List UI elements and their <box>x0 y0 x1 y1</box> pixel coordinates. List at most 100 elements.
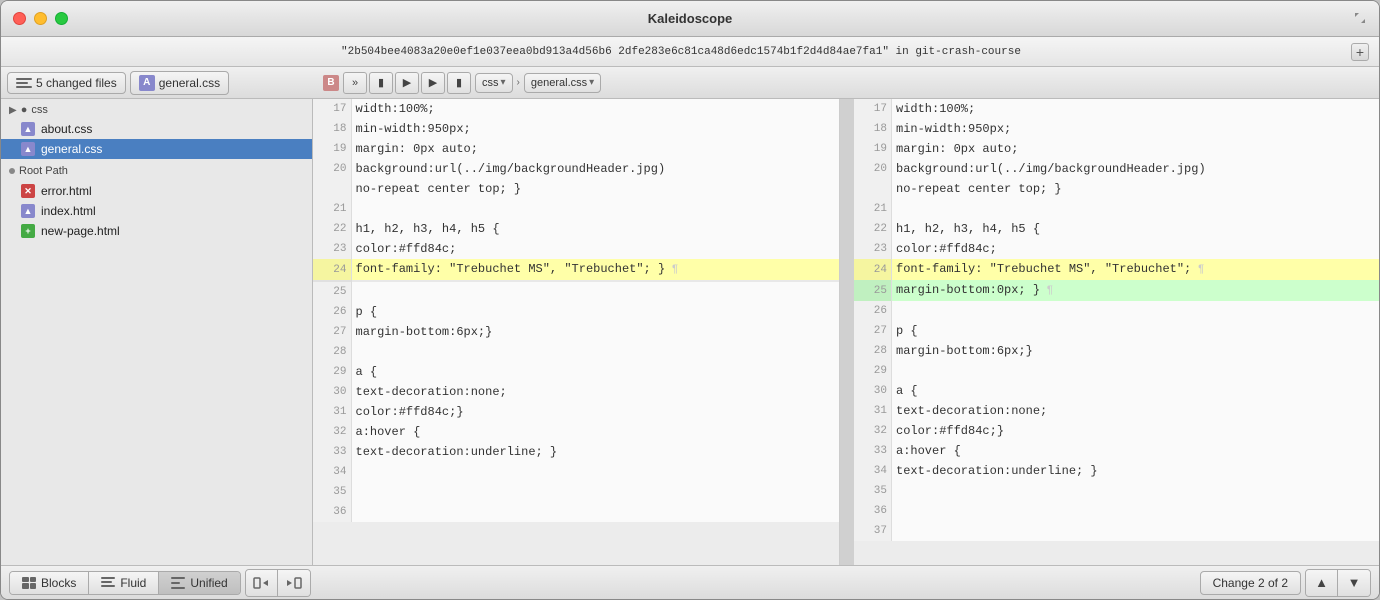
root-path-label: Root Path <box>19 165 68 177</box>
prev-change-button[interactable]: ▲ <box>1306 570 1338 596</box>
table-row: 37 <box>854 521 1380 541</box>
line-number: 22 <box>313 219 351 239</box>
diff-pane-left[interactable]: 17 width:100%;18 min-width:950px;19 marg… <box>313 99 840 565</box>
line-number: 35 <box>313 482 351 502</box>
breadcrumb-file[interactable]: general.css ▾ <box>524 73 601 93</box>
nav-btn-3[interactable]: ▶ <box>395 72 419 94</box>
line-number: 32 <box>313 422 351 442</box>
about-css-label: about.css <box>41 122 92 136</box>
table-row: 17 width:100%; <box>854 99 1380 119</box>
line-number <box>854 179 892 199</box>
sidebar-item-new-page-html[interactable]: + new-page.html <box>1 221 312 241</box>
line-content: no-repeat center top; } <box>351 179 839 199</box>
table-row: no-repeat center top; } <box>854 179 1380 199</box>
nav-diff-right[interactable] <box>278 570 310 596</box>
diff-table-right: 17 width:100%;18 min-width:950px;19 marg… <box>854 99 1380 541</box>
close-button[interactable] <box>13 12 26 25</box>
line-content: min-width:950px; <box>351 119 839 139</box>
table-row: 36 <box>854 501 1380 521</box>
line-number: 22 <box>854 219 892 239</box>
line-content <box>892 501 1380 521</box>
about-css-icon: ▲ <box>21 122 35 136</box>
line-content: width:100%; <box>351 99 839 119</box>
sidebar-item-general-css[interactable]: ▲ general.css <box>1 139 312 159</box>
diff-pane-right[interactable]: 17 width:100%;18 min-width:950px;19 marg… <box>854 99 1380 565</box>
line-number: 30 <box>313 382 351 402</box>
line-number: 17 <box>854 99 892 119</box>
line-content: a { <box>892 381 1380 401</box>
line-content: text-decoration:none; <box>351 382 839 402</box>
sidebar-item-error-html[interactable]: ✕ error.html <box>1 181 312 201</box>
breadcrumb-separator: › <box>517 77 520 88</box>
table-row: 19 margin: 0px auto; <box>854 139 1380 159</box>
nav-btn-2[interactable]: ▮ <box>369 72 393 94</box>
line-content: color:#ffd84c;} <box>892 421 1380 441</box>
next-change-button[interactable]: ▼ <box>1338 570 1370 596</box>
line-content: margin: 0px auto; <box>892 139 1380 159</box>
line-number: 36 <box>313 502 351 522</box>
css-group-header: ▶ ● css <box>1 101 312 119</box>
nav-btn-1[interactable]: » <box>343 72 367 94</box>
scrollbar-gutter[interactable] <box>840 99 854 565</box>
table-row: 30 text-decoration:none; <box>313 382 839 402</box>
table-row: no-repeat center top; } <box>313 179 839 199</box>
nav-btn-5[interactable]: ▮ <box>447 72 471 94</box>
nav-diff-left[interactable] <box>246 570 278 596</box>
table-row: 20 background:url(../img/backgroundHeade… <box>313 159 839 179</box>
table-row: 29a { <box>313 362 839 382</box>
table-row: 22h1, h2, h3, h4, h5 { <box>313 219 839 239</box>
line-number: 32 <box>854 421 892 441</box>
line-number: 29 <box>313 362 351 382</box>
line-content: text-decoration:underline; } <box>892 461 1380 481</box>
view-unified-button[interactable]: Unified <box>159 572 239 594</box>
line-number: 23 <box>313 239 351 259</box>
line-number: 24 <box>313 259 351 280</box>
maximize-button[interactable] <box>55 12 68 25</box>
up-down-group: ▲ ▼ <box>1305 569 1371 597</box>
table-row: 24 font-family: "Trebuchet MS", "Trebuch… <box>854 259 1380 280</box>
line-number: 30 <box>854 381 892 401</box>
line-number: 23 <box>854 239 892 259</box>
line-content: margin-bottom:6px;} <box>351 322 839 342</box>
table-row: 29 <box>854 361 1380 381</box>
view-blocks-button[interactable]: Blocks <box>10 572 89 594</box>
root-path-header: Root Path <box>1 161 312 181</box>
add-button[interactable]: + <box>1351 43 1369 61</box>
line-number: 29 <box>854 361 892 381</box>
line-content <box>351 199 839 219</box>
line-content: a { <box>351 362 839 382</box>
line-number: 26 <box>854 301 892 321</box>
table-row: 33a:hover { <box>854 441 1380 461</box>
table-row: 25 <box>313 282 839 302</box>
view-blocks-label: Blocks <box>41 576 76 590</box>
line-content <box>351 282 839 302</box>
line-number: 35 <box>854 481 892 501</box>
sidebar-item-about-css[interactable]: ▲ about.css <box>1 119 312 139</box>
table-row: 17 width:100%; <box>313 99 839 119</box>
table-row: 33 text-decoration:underline; } <box>313 442 839 462</box>
expand-icon[interactable] <box>1353 11 1369 27</box>
table-row: 27p { <box>854 321 1380 341</box>
table-row: 28 margin-bottom:6px;} <box>854 341 1380 361</box>
table-row: 31 text-decoration:none; <box>854 401 1380 421</box>
breadcrumb-css[interactable]: css ▾ <box>475 73 513 93</box>
blocks-icon <box>22 577 36 589</box>
pilcrow-mark: ¶ <box>1191 264 1204 276</box>
general-css-label: general.css <box>41 142 102 156</box>
css-group-dot: ● <box>21 104 28 116</box>
app-window: Kaleidoscope "2b504bee4083a20e0ef1e037ee… <box>0 0 1380 600</box>
line-number: 31 <box>854 401 892 421</box>
view-fluid-button[interactable]: Fluid <box>89 572 159 594</box>
file-a-selector[interactable]: A general.css <box>130 71 229 95</box>
line-number: 34 <box>313 462 351 482</box>
line-content <box>351 462 839 482</box>
line-content: margin: 0px auto; <box>351 139 839 159</box>
minimize-button[interactable] <box>34 12 47 25</box>
sidebar-item-index-html[interactable]: ▲ index.html <box>1 201 312 221</box>
toolbar-left: 5 changed files A general.css <box>7 71 317 95</box>
pilcrow-mark: ¶ <box>1040 285 1053 297</box>
nav-btn-4[interactable]: ▶ <box>421 72 445 94</box>
changed-files-button[interactable]: 5 changed files <box>7 72 126 94</box>
line-number: 18 <box>854 119 892 139</box>
line-number: 37 <box>854 521 892 541</box>
